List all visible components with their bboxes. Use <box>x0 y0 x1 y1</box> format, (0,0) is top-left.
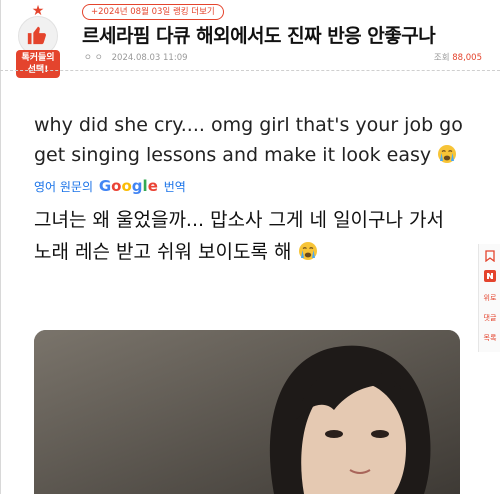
english-comment: why did she cry.... omg girl that's your… <box>34 110 464 170</box>
ranking-more-link[interactable]: +2024년 08월 03일 랭킹 더보기 <box>82 4 224 20</box>
header-divider <box>0 70 500 71</box>
badge-label-line1: 톡커들의 <box>21 53 55 63</box>
post-date: 2024.08.03 11:09 <box>111 53 188 63</box>
cheer-up-button[interactable]: 위로 <box>481 288 499 308</box>
thumbs-up-icon <box>27 26 46 45</box>
crying-face-icon <box>298 242 317 260</box>
translate-suffix: 번역 <box>163 180 186 194</box>
talkers-choice-badge: ★ 톡커들의 선택! <box>16 4 60 78</box>
google-translate-row[interactable]: 영어 원문의 Google 번역 <box>34 176 464 196</box>
video-frame-image <box>34 330 460 494</box>
list-button[interactable]: 목록 <box>481 328 499 348</box>
bookmark-icon[interactable] <box>481 246 499 266</box>
translate-prefix: 영어 원문의 <box>34 180 94 194</box>
comments-button[interactable]: 댓글 <box>481 308 499 328</box>
post-meta: ㅇㅇ 2024.08.03 11:09 <box>84 51 188 63</box>
post-header: ★ 톡커들의 선택! +2024년 08월 03일 랭킹 더보기 르세라핌 다큐… <box>0 0 500 78</box>
views-label: 조회 <box>433 53 450 63</box>
post-title: 르세라핌 다큐 해외에서도 진짜 반응 안좋구나 <box>82 25 436 47</box>
english-comment-text: why did she cry.... omg girl that's your… <box>34 114 463 166</box>
crying-face-icon <box>438 145 457 163</box>
views-number: 88,005 <box>452 53 482 63</box>
korean-translation: 그녀는 왜 울었을까... 맙소사 그게 네 일이구나 가서 노래 레슨 받고 … <box>34 204 464 268</box>
n-logo-icon[interactable] <box>481 266 499 286</box>
author-name[interactable]: ㅇㅇ <box>84 53 106 63</box>
korean-translation-text: 그녀는 왜 울었을까... 맙소사 그게 네 일이구나 가서 노래 레슨 받고 … <box>34 209 444 263</box>
badge-ribbon: 톡커들의 선택! <box>16 50 60 78</box>
video-thumbnail[interactable] <box>34 330 460 494</box>
google-logo-icon: Google <box>98 177 158 195</box>
page-left-border <box>0 0 1 494</box>
right-quick-menu: 위로 댓글 목록 <box>478 244 500 352</box>
view-count: 조회 88,005 <box>434 51 482 63</box>
post-content: why did she cry.... omg girl that's your… <box>34 110 464 268</box>
